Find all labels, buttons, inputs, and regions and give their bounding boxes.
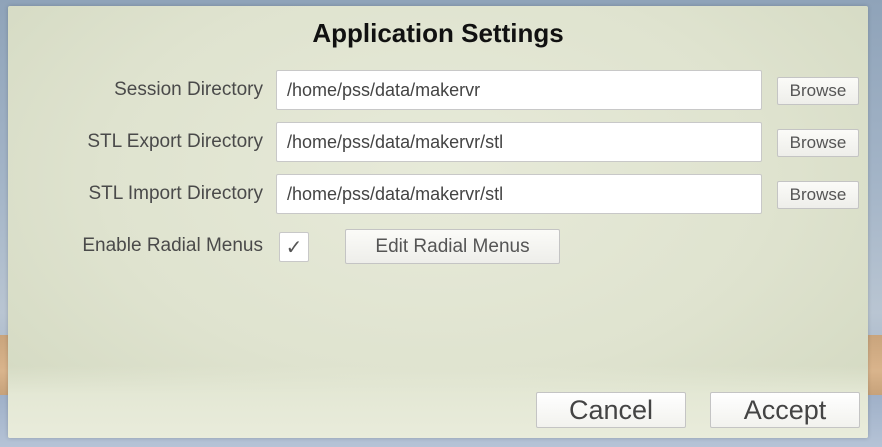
stl-export-directory-browse-button[interactable]: Browse (777, 129, 859, 157)
stl-import-directory-input[interactable] (276, 174, 762, 214)
enable-radial-menus-label: Enable Radial Menus (82, 235, 263, 256)
checkmark-icon: ✓ (285, 235, 303, 259)
enable-radial-menus-checkbox[interactable]: ✓ (279, 232, 309, 262)
stl-import-directory-label: STL Import Directory (88, 183, 263, 204)
stl-import-directory-browse-button[interactable]: Browse (777, 181, 859, 209)
edit-radial-menus-button[interactable]: Edit Radial Menus (345, 229, 560, 264)
cancel-button[interactable]: Cancel (536, 392, 686, 428)
stl-export-directory-label: STL Export Directory (87, 131, 263, 152)
dialog-title: Application Settings (312, 18, 564, 48)
session-directory-input[interactable] (276, 70, 762, 110)
session-directory-browse-button[interactable]: Browse (777, 77, 859, 105)
session-directory-label: Session Directory (114, 79, 263, 100)
application-settings-dialog: Application Settings Session Directory B… (8, 6, 868, 438)
stl-export-directory-input[interactable] (276, 122, 762, 162)
accept-button[interactable]: Accept (710, 392, 860, 428)
